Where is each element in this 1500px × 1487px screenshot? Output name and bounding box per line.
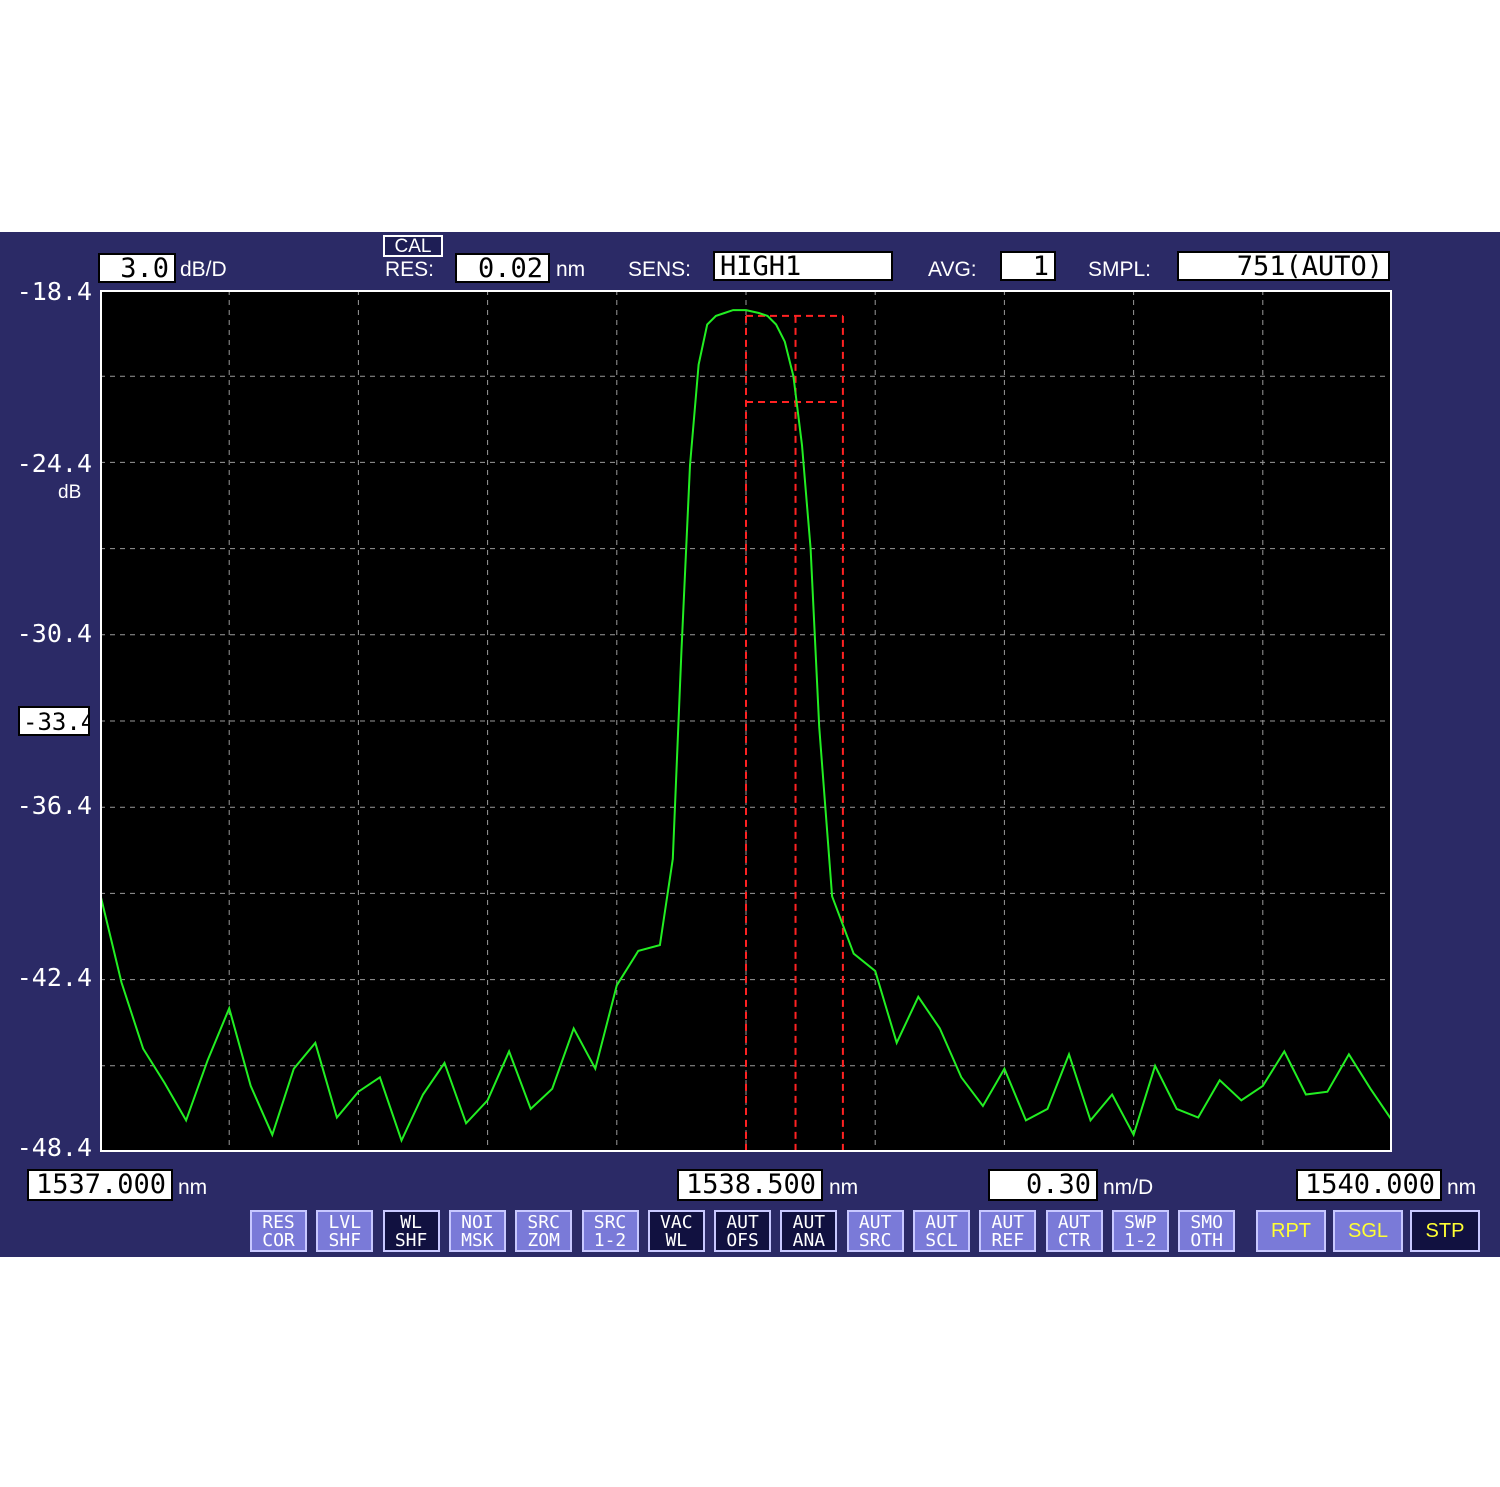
y-tick-label: -18.4 bbox=[16, 277, 92, 306]
y-unit-label: dB bbox=[58, 482, 82, 503]
plot-grid bbox=[100, 290, 1392, 1152]
res-label: RES: bbox=[385, 258, 435, 281]
softkey-button[interactable]: NOI MSK bbox=[448, 1210, 506, 1252]
res-unit-label: nm bbox=[556, 258, 586, 281]
avg-field[interactable]: 1 bbox=[1000, 251, 1056, 281]
cal-badge: CAL bbox=[383, 235, 443, 257]
scale-unit-label: dB/D bbox=[180, 258, 227, 281]
stop-wavelength-field[interactable]: 1540.000 bbox=[1296, 1169, 1442, 1201]
softkey-button[interactable]: SMO OTH bbox=[1178, 1210, 1236, 1252]
softkey-button[interactable]: WL SHF bbox=[382, 1210, 440, 1252]
span-unit-label: nm/D bbox=[1103, 1176, 1154, 1199]
softkey-button[interactable]: SWP 1-2 bbox=[1111, 1210, 1169, 1252]
smpl-label: SMPL: bbox=[1088, 258, 1152, 281]
softkey-button[interactable]: AUT ANA bbox=[780, 1210, 838, 1252]
start-unit-label: nm bbox=[178, 1176, 208, 1199]
softkey-button[interactable]: RES COR bbox=[250, 1210, 307, 1252]
y-tick-label: -42.4 bbox=[16, 963, 92, 992]
ref-level-field[interactable]: -33.4 bbox=[18, 706, 90, 736]
res-field[interactable]: 0.02 bbox=[455, 253, 550, 283]
softkey-button[interactable]: VAC WL bbox=[647, 1210, 705, 1252]
scale-field[interactable]: 3.0 bbox=[98, 253, 176, 283]
measurement-markers bbox=[745, 314, 844, 1152]
softkey-button[interactable]: AUT SCL bbox=[913, 1210, 970, 1252]
span-field[interactable]: 0.30 bbox=[988, 1169, 1098, 1201]
softkey-button[interactable]: LVL SHF bbox=[316, 1210, 374, 1252]
single-sweep-button[interactable]: SGL bbox=[1333, 1210, 1403, 1252]
softkey-button[interactable]: AUT OFS bbox=[714, 1210, 772, 1252]
y-tick-label: -48.4 bbox=[16, 1133, 92, 1162]
stop-unit-label: nm bbox=[1447, 1176, 1477, 1199]
softkey-button[interactable]: AUT CTR bbox=[1045, 1210, 1103, 1252]
sens-field[interactable]: HIGH1 bbox=[713, 251, 893, 281]
start-wavelength-field[interactable]: 1537.000 bbox=[27, 1169, 173, 1201]
avg-label: AVG: bbox=[928, 258, 977, 281]
softkey-button[interactable]: AUT REF bbox=[979, 1210, 1037, 1252]
softkey-button[interactable]: SRC ZOM bbox=[515, 1210, 573, 1252]
center-unit-label: nm bbox=[829, 1176, 859, 1199]
softkey-button[interactable]: SRC 1-2 bbox=[581, 1210, 639, 1252]
center-wavelength-field[interactable]: 1538.500 bbox=[677, 1169, 823, 1201]
y-tick-label: -24.4 bbox=[16, 449, 92, 478]
softkey-button[interactable]: AUT SRC bbox=[846, 1210, 904, 1252]
y-tick-label: -36.4 bbox=[16, 791, 92, 820]
spectrum-plot[interactable] bbox=[100, 290, 1392, 1152]
smpl-field[interactable]: 751(AUTO) bbox=[1177, 251, 1390, 281]
stop-sweep-button[interactable]: STP bbox=[1410, 1210, 1480, 1252]
sens-label: SENS: bbox=[628, 258, 692, 281]
repeat-sweep-button[interactable]: RPT bbox=[1256, 1210, 1326, 1252]
y-tick-label: -30.4 bbox=[16, 619, 92, 648]
